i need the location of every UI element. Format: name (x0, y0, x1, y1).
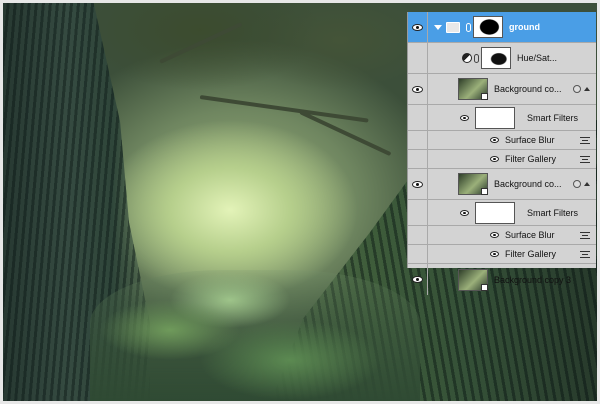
mask-thumbnail[interactable] (481, 47, 511, 69)
smart-object-icon (481, 93, 488, 100)
filter-options-icon[interactable] (580, 155, 590, 163)
smart-filters-row[interactable]: Smart Filters (408, 105, 596, 131)
filter-options-icon[interactable] (580, 231, 590, 239)
moss-ground (90, 270, 420, 404)
layer-name: Surface Blur (505, 135, 555, 145)
visibility-toggle[interactable] (408, 226, 428, 244)
filter-mask-thumbnail[interactable] (475, 201, 515, 224)
visibility-toggle[interactable] (408, 105, 428, 130)
eye-icon[interactable] (490, 232, 499, 238)
smart-filters-row[interactable]: Smart Filters (408, 200, 596, 226)
canvas[interactable]: ground Hue/Sat... Background co... Smart… (0, 0, 600, 404)
eye-icon[interactable] (490, 251, 499, 257)
eye-icon (412, 276, 423, 283)
filter-surface-blur[interactable]: Surface Blur (408, 226, 596, 245)
layer-background-copy[interactable]: Background co... (408, 74, 596, 105)
filter-gallery[interactable]: Filter Gallery (408, 150, 596, 169)
eye-icon (412, 85, 423, 93)
eye-icon (412, 180, 423, 188)
filter-options-icon[interactable] (580, 250, 590, 258)
filter-mask-thumbnail[interactable] (475, 106, 515, 129)
eye-icon[interactable] (460, 209, 469, 216)
layer-name: Background co... (494, 84, 562, 94)
mask-thumbnail[interactable] (473, 16, 503, 38)
visibility-toggle[interactable] (408, 74, 428, 104)
layer-background-copy[interactable]: Background co... (408, 169, 596, 200)
smart-object-icon (481, 188, 488, 195)
eye-icon[interactable] (490, 137, 499, 143)
layer-name: Filter Gallery (505, 154, 557, 164)
visibility-toggle[interactable] (408, 169, 428, 199)
layer-name: Filter Gallery (505, 249, 557, 259)
layers-panel: ground Hue/Sat... Background co... Smart… (407, 12, 596, 295)
layer-thumbnail[interactable] (458, 173, 488, 195)
visibility-toggle[interactable] (408, 43, 428, 73)
eye-icon (412, 23, 423, 31)
link-icon[interactable] (474, 53, 479, 63)
layer-background-copy-3[interactable]: Background copy 3 (408, 264, 596, 295)
visibility-toggle[interactable] (408, 264, 428, 295)
visibility-toggle[interactable] (408, 245, 428, 263)
link-icon[interactable] (466, 22, 471, 32)
layer-name: Smart Filters (527, 112, 579, 123)
visibility-toggle[interactable] (408, 12, 428, 42)
smart-object-icon (481, 283, 488, 291)
layer-name: Background copy 3 (494, 274, 572, 285)
filter-options-icon[interactable] (580, 136, 590, 144)
layer-thumbnail[interactable] (458, 78, 488, 100)
visibility-toggle[interactable] (408, 200, 428, 225)
layer-name: Background co... (494, 179, 562, 189)
layer-name: Hue/Sat... (517, 53, 558, 63)
collapse-arrow-icon[interactable] (584, 182, 590, 186)
visibility-toggle[interactable] (408, 150, 428, 168)
layer-name: ground (509, 22, 540, 32)
smart-filter-badge-icon (573, 85, 581, 93)
eye-icon[interactable] (460, 114, 469, 121)
filter-gallery[interactable]: Filter Gallery (408, 245, 596, 264)
adjustment-icon (462, 53, 472, 63)
collapse-arrow-icon[interactable] (584, 87, 590, 91)
visibility-toggle[interactable] (408, 131, 428, 149)
eye-icon[interactable] (490, 156, 499, 162)
layer-thumbnail[interactable] (458, 268, 488, 291)
smart-filter-badge-icon (573, 180, 581, 188)
layer-name: Surface Blur (505, 230, 555, 240)
expand-arrow-icon[interactable] (434, 24, 442, 30)
layer-hue-saturation[interactable]: Hue/Sat... (408, 43, 596, 74)
layer-name: Smart Filters (527, 207, 579, 218)
folder-icon (446, 21, 460, 33)
layer-ground[interactable]: ground (408, 12, 596, 43)
filter-surface-blur[interactable]: Surface Blur (408, 131, 596, 150)
